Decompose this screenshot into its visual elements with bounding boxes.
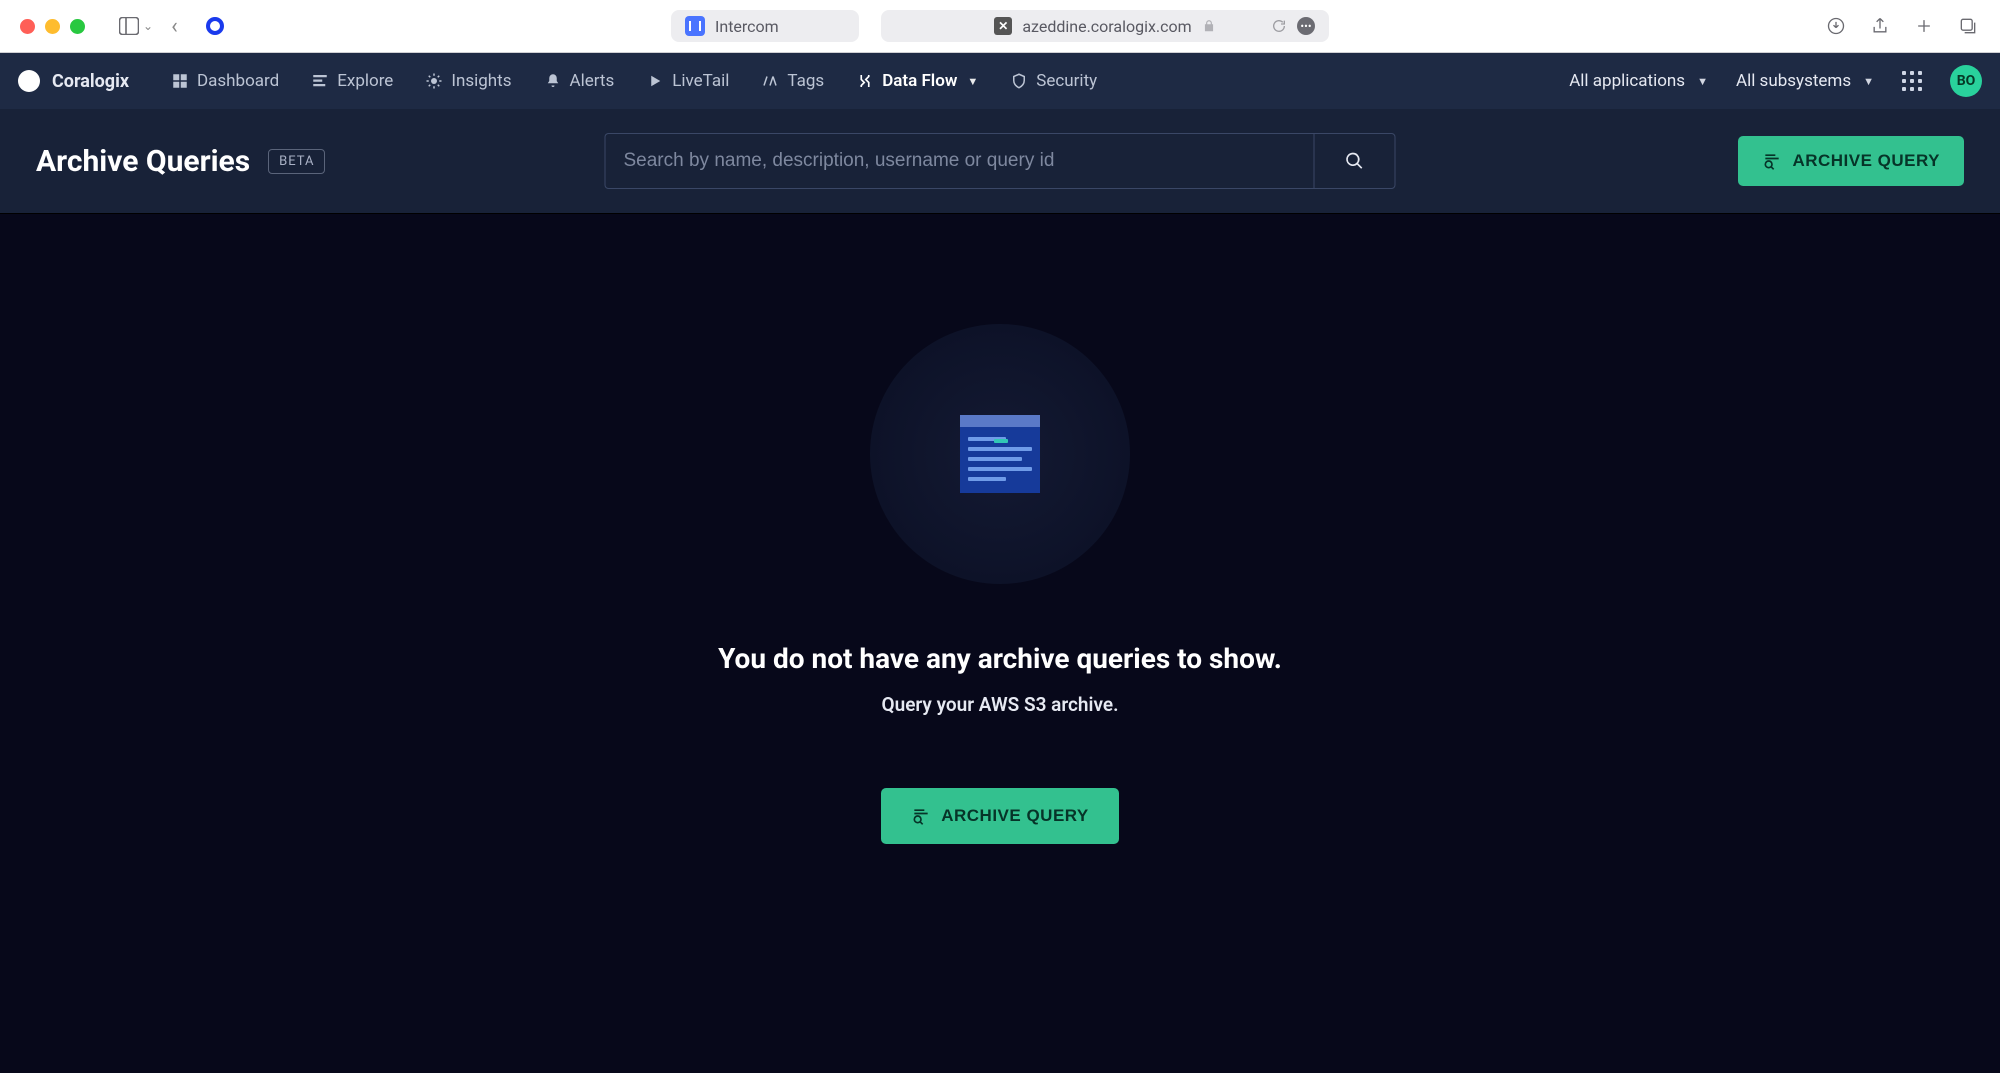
search-input[interactable]: [605, 133, 1314, 189]
explore-icon: [311, 72, 329, 90]
nav-alerts[interactable]: Alerts: [544, 71, 615, 91]
document-icon: [960, 415, 1040, 493]
address-bar[interactable]: ✕ azeddine.coralogix.com •••: [881, 10, 1329, 42]
page-title: Archive Queries: [36, 144, 250, 179]
nav-dashboard[interactable]: Dashboard: [171, 71, 279, 91]
caret-down-icon: ▼: [1863, 75, 1874, 88]
nav-livetail[interactable]: LiveTail: [646, 71, 729, 91]
brand-logo[interactable]: Coralogix: [18, 70, 129, 92]
nav-label: Insights: [451, 71, 511, 91]
nav-label: LiveTail: [672, 71, 729, 91]
caret-down-icon: ▼: [1697, 75, 1708, 88]
reload-icon[interactable]: [1271, 18, 1287, 34]
share-icon[interactable]: [1870, 16, 1890, 36]
tags-icon: [761, 72, 779, 90]
all-subsystems-dropdown[interactable]: All subsystems ▼: [1736, 71, 1874, 91]
bell-icon: [544, 72, 562, 90]
nav-label: Explore: [337, 71, 393, 91]
insights-icon: [425, 72, 443, 90]
tab-label: Intercom: [715, 17, 779, 36]
dashboard-icon: [171, 72, 189, 90]
nav-label: Alerts: [570, 71, 615, 91]
maximize-window-button[interactable]: [70, 19, 85, 34]
shield-icon: [1010, 72, 1028, 90]
nav-dataflow[interactable]: Data Flow ▼: [856, 71, 978, 91]
dropdown-label: All applications: [1569, 71, 1685, 91]
play-icon: [646, 72, 664, 90]
nav-label: Dashboard: [197, 71, 279, 91]
intercom-icon: [685, 16, 705, 36]
archive-icon: [911, 806, 931, 826]
user-avatar[interactable]: BO: [1950, 65, 1982, 97]
button-label: ARCHIVE QUERY: [1792, 151, 1940, 171]
archive-icon: [1762, 151, 1782, 171]
empty-state-cta-button[interactable]: ARCHIVE QUERY: [881, 788, 1119, 844]
search-icon: [1345, 151, 1365, 171]
app-top-nav: Coralogix Dashboard Explore Insights Ale…: [0, 53, 2000, 109]
nav-label: Tags: [787, 71, 824, 91]
site-favicon: [206, 17, 224, 35]
nav-label: Data Flow: [882, 71, 957, 91]
dataflow-icon: [856, 72, 874, 90]
brand-name: Coralogix: [52, 71, 129, 92]
window-controls: [20, 19, 85, 34]
nav-tags[interactable]: Tags: [761, 71, 824, 91]
beta-badge: BETA: [268, 149, 325, 174]
empty-state-subtitle: Query your AWS S3 archive.: [882, 693, 1119, 716]
button-label: ARCHIVE QUERY: [941, 806, 1089, 826]
main-content: You do not have any archive queries to s…: [0, 214, 2000, 1073]
sidebar-toggle-button[interactable]: ⌄: [119, 17, 153, 35]
brand-mark-icon: [18, 70, 40, 92]
new-tab-icon[interactable]: [1914, 16, 1934, 36]
chevron-down-icon: ⌄: [143, 19, 153, 33]
dropdown-label: All subsystems: [1736, 71, 1851, 91]
back-button[interactable]: ‹: [171, 14, 178, 39]
site-shield-icon: ✕: [994, 17, 1012, 35]
url-text: azeddine.coralogix.com: [1022, 17, 1191, 36]
minimize-window-button[interactable]: [45, 19, 60, 34]
close-window-button[interactable]: [20, 19, 35, 34]
all-applications-dropdown[interactable]: All applications ▼: [1569, 71, 1708, 91]
browser-tab-intercom[interactable]: Intercom: [671, 10, 859, 42]
nav-insights[interactable]: Insights: [425, 71, 511, 91]
nav-label: Security: [1036, 71, 1097, 91]
browser-chrome: ⌄ ‹ Intercom ✕ azeddine.coralogix.com ••…: [0, 0, 2000, 53]
search-button[interactable]: [1314, 133, 1396, 189]
app-switcher-icon[interactable]: [1902, 71, 1922, 91]
empty-state-illustration: [870, 324, 1130, 584]
nav-explore[interactable]: Explore: [311, 71, 393, 91]
caret-down-icon: ▼: [967, 75, 978, 88]
archive-query-button[interactable]: ARCHIVE QUERY: [1738, 136, 1964, 186]
page-actions-icon[interactable]: •••: [1297, 17, 1315, 35]
downloads-icon[interactable]: [1826, 16, 1846, 36]
page-subheader: Archive Queries BETA ARCHIVE QUERY: [0, 109, 2000, 214]
nav-security[interactable]: Security: [1010, 71, 1097, 91]
empty-state-title: You do not have any archive queries to s…: [718, 642, 1282, 675]
lock-icon: [1202, 19, 1216, 33]
tabs-overview-icon[interactable]: [1958, 16, 1978, 36]
avatar-initials: BO: [1957, 73, 1976, 89]
